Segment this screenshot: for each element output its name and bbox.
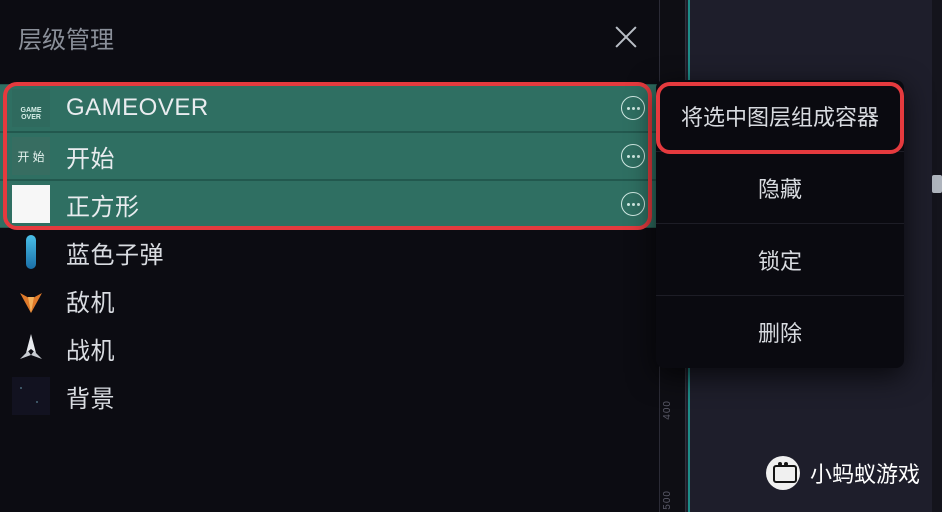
scrollbar-thumb[interactable] xyxy=(932,175,942,193)
close-icon[interactable] xyxy=(613,24,639,50)
layer-label: 敌机 xyxy=(66,283,645,318)
layer-list: GAME OVER GAMEOVER 开 始 开始 正方形 蓝色子弹 xyxy=(0,74,659,420)
watermark-text: 小蚂蚁游戏 xyxy=(810,457,920,489)
layer-row-bullet[interactable]: 蓝色子弹 xyxy=(0,228,659,276)
layer-thumb-bullet xyxy=(12,233,50,271)
layer-row-gameover[interactable]: GAME OVER GAMEOVER xyxy=(0,84,659,132)
layer-panel: 层级管理 GAME OVER GAMEOVER 开 始 开始 正方形 蓝色子弹 xyxy=(0,0,660,512)
more-icon[interactable] xyxy=(621,192,645,216)
panel-title: 层级管理 xyxy=(18,20,114,55)
layer-label: 正方形 xyxy=(66,187,621,222)
watermark: 小蚂蚁游戏 xyxy=(766,456,920,490)
menu-item-lock[interactable]: 锁定 xyxy=(656,224,904,296)
layer-label: 蓝色子弹 xyxy=(66,235,645,270)
wechat-icon xyxy=(766,456,800,490)
menu-item-delete[interactable]: 删除 xyxy=(656,296,904,368)
layer-thumb-start: 开 始 xyxy=(12,137,50,175)
layer-row-start[interactable]: 开 始 开始 xyxy=(0,132,659,180)
layer-label: GAMEOVER xyxy=(66,94,621,122)
layer-label: 开始 xyxy=(66,139,621,174)
panel-header: 层级管理 xyxy=(0,0,659,74)
layer-row-background[interactable]: 背景 xyxy=(0,372,659,420)
layer-thumb-enemy xyxy=(12,281,50,319)
context-menu: 将选中图层组成容器 隐藏 锁定 删除 xyxy=(656,80,904,368)
menu-item-hide[interactable]: 隐藏 xyxy=(656,152,904,224)
layer-row-player[interactable]: 战机 xyxy=(0,324,659,372)
layer-label: 战机 xyxy=(66,331,645,366)
ruler-tick: 500 xyxy=(662,490,673,510)
player-ship-icon xyxy=(14,331,48,365)
layer-thumb-player xyxy=(12,329,50,367)
more-icon[interactable] xyxy=(621,144,645,168)
scrollbar-track[interactable] xyxy=(932,0,942,512)
layer-row-square[interactable]: 正方形 xyxy=(0,180,659,228)
layer-label: 背景 xyxy=(66,379,645,414)
layer-row-enemy[interactable]: 敌机 xyxy=(0,276,659,324)
more-icon[interactable] xyxy=(621,96,645,120)
enemy-ship-icon xyxy=(14,283,48,317)
layer-thumb-background xyxy=(12,377,50,415)
layer-thumb-gameover: GAME OVER xyxy=(12,89,50,127)
ruler-tick: 400 xyxy=(662,400,673,420)
menu-item-group-container[interactable]: 将选中图层组成容器 xyxy=(656,80,904,152)
layer-thumb-square xyxy=(12,185,50,223)
